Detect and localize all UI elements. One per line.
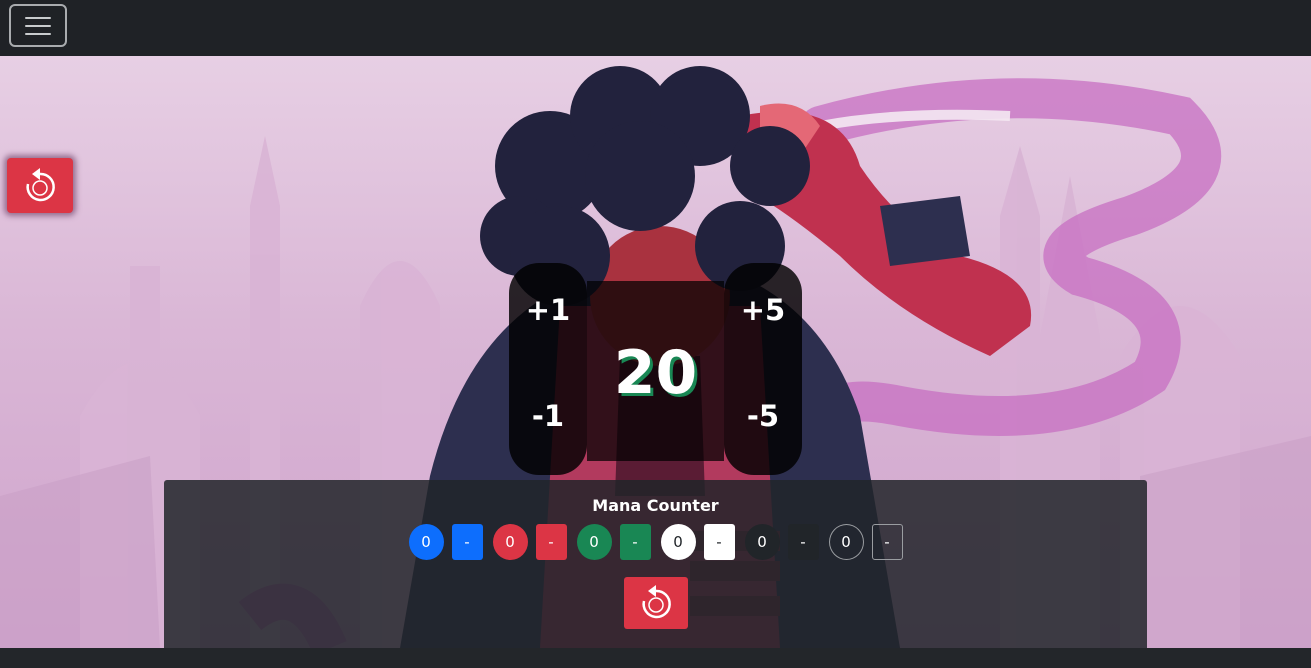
mana-counter-row: 0 - 0 - 0 - 0 - 0 - 0 - [164,524,1147,560]
mana-count-red[interactable]: 0 [492,524,528,560]
mana-group-colorless: 0 - [828,524,903,560]
mana-group-green: 0 - [576,524,651,560]
hamburger-menu-button[interactable] [9,4,67,47]
mana-count-white[interactable]: 0 [660,524,696,560]
mana-counter-title: Mana Counter [592,496,719,515]
mana-minus-blue[interactable]: - [451,524,483,560]
plus-one-button[interactable]: +1 [509,280,587,340]
life-counter: +1 -1 +5 -5 20 [509,263,802,475]
footer-bar [0,648,1311,668]
mana-minus-colorless[interactable]: - [871,524,903,560]
mana-minus-black[interactable]: - [787,524,819,560]
mana-group-white: 0 - [660,524,735,560]
mana-group-black: 0 - [744,524,819,560]
reset-icon [642,585,671,619]
reset-all-button[interactable] [7,158,73,213]
minus-five-button[interactable]: -5 [724,386,802,446]
navbar [0,0,1311,56]
life-total: 20 [613,338,698,408]
mana-minus-white[interactable]: - [703,524,735,560]
hamburger-menu-icon-bar [25,32,51,35]
reset-icon [26,167,55,201]
hamburger-menu-icon-bar [25,24,51,27]
plus-five-button[interactable]: +5 [724,280,802,340]
mana-count-black[interactable]: 0 [744,524,780,560]
hamburger-menu-icon-bar [25,16,51,19]
mana-group-red: 0 - [492,524,567,560]
mana-count-colorless[interactable]: 0 [828,524,864,560]
mana-minus-green[interactable]: - [619,524,651,560]
mana-count-green[interactable]: 0 [576,524,612,560]
mana-minus-red[interactable]: - [535,524,567,560]
reset-mana-button[interactable] [624,577,688,629]
mana-counter-panel: Mana Counter 0 - 0 - 0 - 0 - 0 - 0 - [164,480,1147,648]
minus-one-button[interactable]: -1 [509,386,587,446]
mana-group-blue: 0 - [408,524,483,560]
background-artwork: +1 -1 +5 -5 20 Mana Counter 0 - 0 - 0 - … [0,56,1311,648]
mana-count-blue[interactable]: 0 [408,524,444,560]
